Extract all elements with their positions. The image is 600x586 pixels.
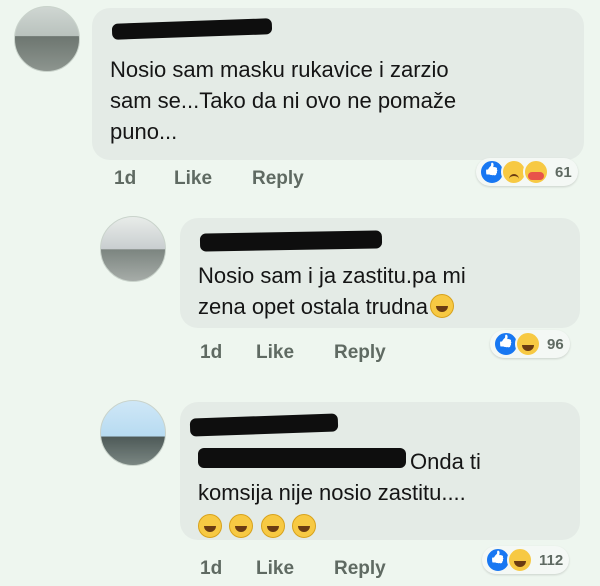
reaction-count: 61: [555, 163, 572, 181]
reaction-count: 96: [547, 335, 564, 353]
reaction-summary[interactable]: 112: [482, 546, 570, 574]
commenter-avatar[interactable]: [100, 216, 166, 282]
comment-text-line: zena opet ostala trudna: [198, 291, 457, 322]
comment-text-line: Onda ti: [410, 449, 481, 474]
redacted-name: [199, 230, 383, 252]
reply-button[interactable]: Reply: [334, 342, 386, 364]
like-button[interactable]: Like: [256, 558, 294, 580]
comment-text-line: puno...: [110, 119, 178, 144]
comment-time: 1d: [200, 558, 223, 579]
haha-icon: [507, 547, 533, 573]
redacted-mention: [198, 448, 406, 468]
comment-text-line: Nosio sam masku rukavice i zarzio: [110, 57, 449, 82]
reaction-summary[interactable]: 61: [476, 158, 578, 186]
laughing-emoji-icon: [429, 294, 454, 318]
comment-time: 1d: [114, 168, 137, 189]
reaction-count: 112: [539, 551, 564, 569]
emoji-row: [198, 514, 319, 539]
like-button[interactable]: Like: [256, 342, 294, 364]
laughing-emoji-icon: [229, 514, 254, 538]
comment-text-line: sam se...Tako da ni ovo ne pomaže: [110, 88, 457, 113]
commenter-avatar[interactable]: [100, 400, 166, 466]
laughing-emoji-icon: [260, 514, 285, 538]
laughing-emoji-icon: [292, 514, 317, 538]
care-icon: [523, 159, 549, 185]
reply-button[interactable]: Reply: [334, 558, 386, 580]
wink-emoji-icon: [198, 514, 222, 538]
comment-text-line: Nosio sam i ja zastitu.pa mi: [198, 263, 466, 288]
comment-text-content: zena opet ostala trudna: [198, 294, 428, 319]
like-button[interactable]: Like: [174, 168, 212, 190]
reaction-summary[interactable]: 96: [490, 330, 570, 358]
comment-text-line: komsija nije nosio zastitu....: [198, 480, 466, 505]
comment-time: 1d: [200, 342, 223, 363]
commenter-avatar[interactable]: [14, 6, 80, 72]
haha-icon: [515, 331, 541, 357]
reply-button[interactable]: Reply: [252, 168, 304, 190]
